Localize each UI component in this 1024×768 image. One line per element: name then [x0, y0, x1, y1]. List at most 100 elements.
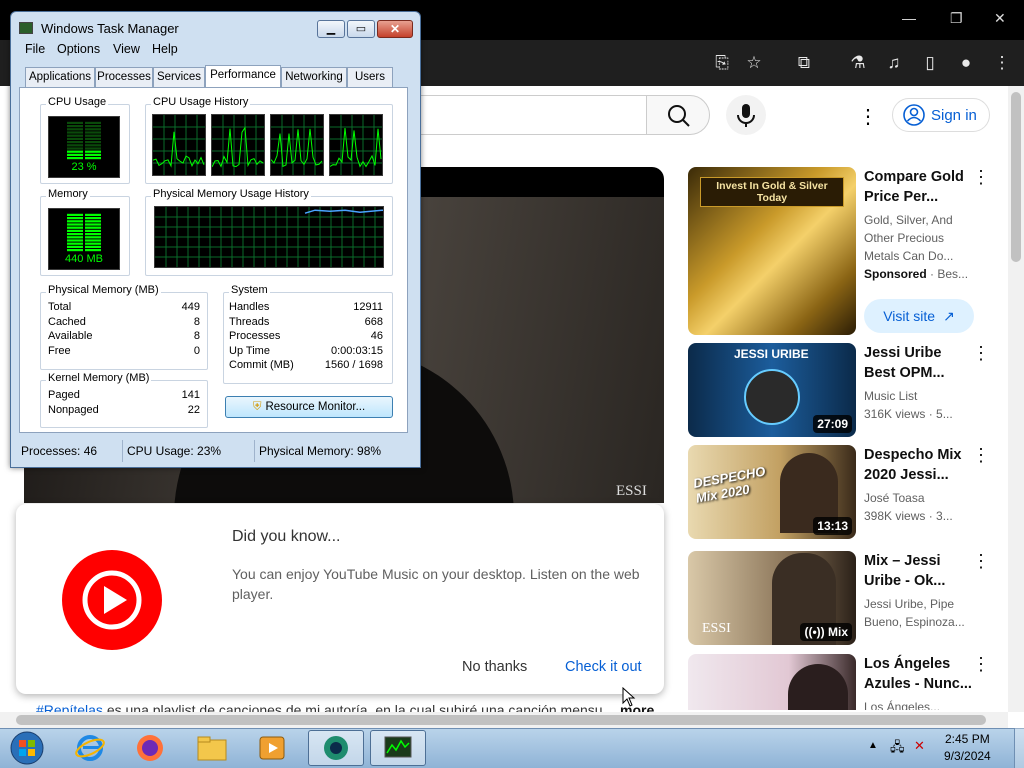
video-thumbnail[interactable]: DESPECHO Mix 2020 13:13 — [688, 445, 856, 539]
tab-networking[interactable]: Networking — [281, 67, 347, 87]
scrollbar-thumb[interactable] — [16, 715, 986, 725]
video-menu-kebab-icon[interactable]: ⋮ — [972, 343, 990, 364]
sidebar-video-card[interactable]: Los Ángeles Azules - Nunc... Los Ángeles… — [688, 654, 1008, 710]
settings-kebab-icon[interactable]: ⋮ — [858, 104, 878, 129]
mix-thumbnail[interactable]: ESSI ((•)) Mix — [688, 551, 856, 645]
tab-users[interactable]: Users — [347, 67, 393, 87]
minimize-icon[interactable]: — — [902, 10, 916, 26]
video-title[interactable]: Los Ángeles Azules - Nunc... — [864, 654, 974, 694]
memory-bar-segment — [67, 245, 83, 248]
ad-title[interactable]: Compare Gold Price Per... — [864, 167, 974, 207]
cast-icon[interactable]: ⎘ — [712, 53, 732, 73]
sys-row-uptime: Up Time 0:00:03:15 — [229, 344, 383, 359]
channel-name[interactable]: José Toasa — [864, 489, 974, 507]
taskbar-firefox[interactable] — [122, 730, 178, 766]
performance-panel: CPU Usage 23 % CPU Usage History Memory … — [19, 87, 408, 433]
mix-menu-kebab-icon[interactable]: ⋮ — [972, 551, 990, 572]
close-icon[interactable]: ✕ — [994, 10, 1006, 27]
cpu-bar-segment — [85, 141, 101, 144]
start-button[interactable] — [4, 730, 50, 766]
system-table: Handles 12911 Threads 668 Processes 46 Up T… — [229, 300, 383, 373]
video-title[interactable]: Jessi Uribe Best OPM... — [864, 343, 974, 383]
volume-muted-icon[interactable]: ✕ — [914, 738, 925, 754]
sidebar-ad-card[interactable]: Invest In Gold & Silver Today Compare Go… — [688, 167, 1008, 337]
tab-processes[interactable]: Processes — [95, 67, 153, 87]
network-icon[interactable]: 🖧 — [890, 738, 905, 760]
menu-help[interactable]: Help — [152, 42, 178, 56]
show-desktop-button[interactable] — [1014, 728, 1024, 768]
sidebar-video-card[interactable]: DESPECHO Mix 2020 13:13 Despecho Mix 202… — [688, 445, 1008, 541]
taskbar-chrome-app[interactable] — [308, 730, 364, 766]
cpu-bar-segment — [85, 157, 101, 160]
memory-bar-segment — [85, 226, 101, 229]
tab-performance[interactable]: Performance — [205, 65, 281, 87]
sidebar-mix-card[interactable]: ESSI ((•)) Mix Mix – Jessi Uribe - Ok...… — [688, 551, 1008, 647]
visit-site-button[interactable]: Visit site ↗ — [864, 299, 974, 333]
resource-monitor-button[interactable]: ⛨ Resource Monitor... — [225, 396, 393, 418]
extensions-icon[interactable]: ⧉ — [794, 53, 814, 73]
video-menu-kebab-icon[interactable]: ⋮ — [972, 654, 990, 675]
taskbar-explorer[interactable] — [184, 730, 240, 766]
media-controls-icon[interactable]: ♫ — [884, 53, 904, 73]
menu-kebab-icon[interactable]: ⋮ — [992, 53, 1012, 73]
mix-title[interactable]: Mix – Jessi Uribe - Ok... — [864, 551, 974, 591]
video-thumbnail[interactable]: JESSI URIBE 27:09 — [688, 343, 856, 437]
restore-icon[interactable]: ❐ — [950, 10, 963, 27]
sys-row-threads: Threads 668 — [229, 315, 383, 330]
bookmark-star-icon[interactable]: ☆ — [744, 53, 764, 73]
minimize-button[interactable]: ▁ — [317, 20, 345, 38]
memory-bar-segment — [67, 236, 83, 239]
thumb-text: ESSI — [702, 621, 731, 636]
pm-key: Free — [48, 344, 71, 357]
ad-menu-kebab-icon[interactable]: ⋮ — [972, 167, 990, 188]
video-title[interactable]: Despecho Mix 2020 Jessi... — [864, 445, 974, 485]
close-button[interactable]: ✕ — [377, 20, 413, 38]
menu-options[interactable]: Options — [57, 42, 100, 56]
tab-services[interactable]: Services — [153, 67, 205, 87]
channel-name[interactable]: Music List — [864, 387, 974, 405]
mouse-cursor-icon — [622, 686, 636, 712]
memory-bar-segment — [67, 213, 83, 216]
system-clock[interactable]: 2:45 PM 9/3/2024 — [944, 731, 991, 765]
taskbar-media-player[interactable] — [244, 730, 300, 766]
video-menu-kebab-icon[interactable]: ⋮ — [972, 445, 990, 466]
taskbar-internet-explorer[interactable] — [62, 730, 118, 766]
pm-key: Available — [48, 330, 93, 342]
sidebar-video-card[interactable]: JESSI URIBE 27:09 Jessi Uribe Best OPM..… — [688, 343, 1008, 439]
no-thanks-button[interactable]: No thanks — [462, 659, 527, 675]
profile-icon[interactable]: ● — [956, 53, 976, 73]
task-manager-window[interactable]: Windows Task Manager ▁ ▭ ✕ File Options … — [10, 11, 421, 468]
internet-explorer-icon — [75, 735, 105, 761]
vertical-scrollbar[interactable] — [1008, 86, 1024, 712]
clock-date: 9/3/2024 — [944, 749, 991, 763]
pm-row-cached: Cached 8 — [48, 315, 200, 330]
menu-file[interactable]: File — [25, 42, 45, 56]
cpu-usage-label: CPU Usage — [46, 96, 109, 108]
check-it-out-button[interactable]: Check it out — [565, 659, 642, 675]
show-hidden-icons[interactable]: ▲ — [868, 740, 878, 751]
search-button[interactable] — [646, 95, 710, 135]
cpu-bar-segment — [85, 150, 101, 153]
status-memory: Physical Memory: 98% — [259, 444, 382, 458]
ad-thumbnail[interactable]: Invest In Gold & Silver Today — [688, 167, 856, 335]
memory-bar-segment — [85, 223, 101, 226]
maximize-button[interactable]: ▭ — [347, 20, 375, 38]
promo-title: Did you know... — [232, 528, 341, 545]
scrollbar-thumb[interactable] — [1011, 92, 1021, 262]
voice-search-button[interactable] — [726, 95, 766, 135]
video-thumbnail[interactable] — [688, 654, 856, 710]
memory-bar-segment — [85, 233, 101, 236]
external-link-icon: ↗ — [943, 307, 955, 324]
tab-applications[interactable]: Applications — [25, 67, 95, 87]
menu-view[interactable]: View — [113, 42, 140, 56]
side-panel-icon[interactable]: ▯ — [920, 53, 940, 73]
taskbar-task-manager[interactable] — [370, 730, 426, 766]
clock-time: 2:45 PM — [945, 732, 990, 746]
labs-flask-icon[interactable]: ⚗ — [848, 53, 868, 73]
sys-key: Up Time — [229, 344, 270, 357]
memory-bar-segment — [67, 233, 83, 236]
horizontal-scrollbar[interactable] — [0, 712, 1008, 728]
cpu-bar-segment — [85, 147, 101, 150]
sign-in-button[interactable]: Sign in — [892, 98, 990, 132]
channel-name[interactable]: Los Ángeles... — [864, 698, 974, 710]
